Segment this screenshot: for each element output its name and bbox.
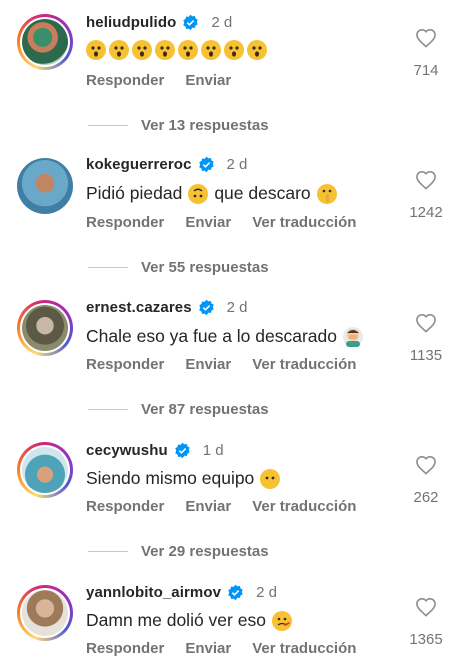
upside-down-face-emoji-icon xyxy=(188,183,209,204)
send-button[interactable]: Enviar xyxy=(185,214,231,231)
reply-button[interactable]: Responder xyxy=(86,356,164,373)
heart-outline-icon[interactable] xyxy=(415,455,437,475)
username[interactable]: heliudpulido xyxy=(86,14,176,31)
timestamp: 2 d xyxy=(226,298,248,316)
view-replies-button[interactable]: Ver 55 respuestas xyxy=(88,259,269,276)
comment-text: Siendo mismo equipo xyxy=(86,468,281,489)
reply-button[interactable]: Responder xyxy=(86,214,164,231)
comment-text xyxy=(86,40,270,60)
send-button[interactable]: Enviar xyxy=(185,72,231,89)
verified-badge-icon xyxy=(198,299,214,315)
like-count: 1365 xyxy=(409,631,443,648)
view-replies-label: Ver 13 respuestas xyxy=(141,117,269,134)
verified-badge-icon xyxy=(183,14,199,30)
heart-outline-icon[interactable] xyxy=(415,170,437,190)
send-button[interactable]: Enviar xyxy=(185,498,231,515)
view-replies-label: Ver 55 respuestas xyxy=(141,259,269,276)
view-replies-label: Ver 29 respuestas xyxy=(141,543,269,560)
like-count: 262 xyxy=(413,489,439,506)
comment-text-part: que descaro xyxy=(214,183,311,203)
astonished-emoji-icon xyxy=(224,40,244,60)
comment-text-part: Siendo mismo equipo xyxy=(86,468,255,488)
divider xyxy=(88,409,128,410)
comment-text-part: Damn me dolió ver eso xyxy=(86,610,266,630)
username[interactable]: ernest.cazares xyxy=(86,299,192,316)
divider xyxy=(88,551,128,552)
translate-button[interactable]: Ver traducción xyxy=(252,640,356,657)
astonished-emoji-icon xyxy=(86,40,106,60)
avatar[interactable] xyxy=(17,300,73,356)
view-replies-label: Ver 87 respuestas xyxy=(141,401,269,418)
divider xyxy=(88,125,128,126)
avatar[interactable] xyxy=(17,14,73,70)
reply-button[interactable]: Responder xyxy=(86,640,164,657)
timestamp: 2 d xyxy=(226,155,248,173)
astonished-emoji-icon xyxy=(247,40,267,60)
man-facepalming-emoji-icon xyxy=(343,326,363,347)
divider xyxy=(88,267,128,268)
verified-badge-icon xyxy=(175,442,190,458)
username[interactable]: yannlobito_airmov xyxy=(86,584,221,601)
comment-text: Chale eso ya fue a lo descarado xyxy=(86,326,363,347)
view-replies-button[interactable]: Ver 29 respuestas xyxy=(88,543,269,560)
reply-button[interactable]: Responder xyxy=(86,72,164,89)
avatar[interactable] xyxy=(17,585,73,641)
comment-text: Damn me dolió ver eso xyxy=(86,610,292,631)
astonished-emoji-icon xyxy=(132,40,152,60)
heart-outline-icon[interactable] xyxy=(415,597,437,617)
shushing-face-emoji-icon xyxy=(316,183,337,204)
view-replies-button[interactable]: Ver 13 respuestas xyxy=(88,117,269,134)
comment-text: Pidió piedad que descaro xyxy=(86,183,337,204)
verified-badge-icon xyxy=(228,584,243,600)
translate-button[interactable]: Ver traducción xyxy=(252,214,356,231)
timestamp: 2 d xyxy=(211,13,233,31)
timestamp: 2 d xyxy=(256,583,277,601)
username[interactable]: kokeguerreroc xyxy=(86,156,192,173)
astonished-emoji-icon xyxy=(155,40,175,60)
verified-badge-icon xyxy=(198,156,214,172)
comment-text-part: Pidió piedad xyxy=(86,183,183,203)
timestamp: 1 d xyxy=(202,441,224,459)
heart-outline-icon[interactable] xyxy=(415,28,437,48)
like-count: 714 xyxy=(413,62,439,79)
avatar[interactable] xyxy=(17,158,73,214)
send-button[interactable]: Enviar xyxy=(185,356,231,373)
face-with-thermometer-emoji-icon xyxy=(271,610,292,631)
translate-button[interactable]: Ver traducción xyxy=(252,356,356,373)
translate-button[interactable]: Ver traducción xyxy=(252,498,356,515)
view-replies-button[interactable]: Ver 87 respuestas xyxy=(88,401,269,418)
comment-text-part: Chale eso ya fue a lo descarado xyxy=(86,326,337,346)
reply-button[interactable]: Responder xyxy=(86,498,164,515)
astonished-emoji-icon xyxy=(109,40,129,60)
neutral-face-emoji-icon xyxy=(260,468,281,489)
like-count: 1242 xyxy=(409,204,443,221)
avatar[interactable] xyxy=(17,442,73,498)
send-button[interactable]: Enviar xyxy=(185,640,231,657)
heart-outline-icon[interactable] xyxy=(415,313,437,333)
astonished-emoji-icon xyxy=(201,40,221,60)
username[interactable]: cecywushu xyxy=(86,442,168,459)
astonished-emoji-icon xyxy=(178,40,198,60)
like-count: 1135 xyxy=(409,347,443,364)
